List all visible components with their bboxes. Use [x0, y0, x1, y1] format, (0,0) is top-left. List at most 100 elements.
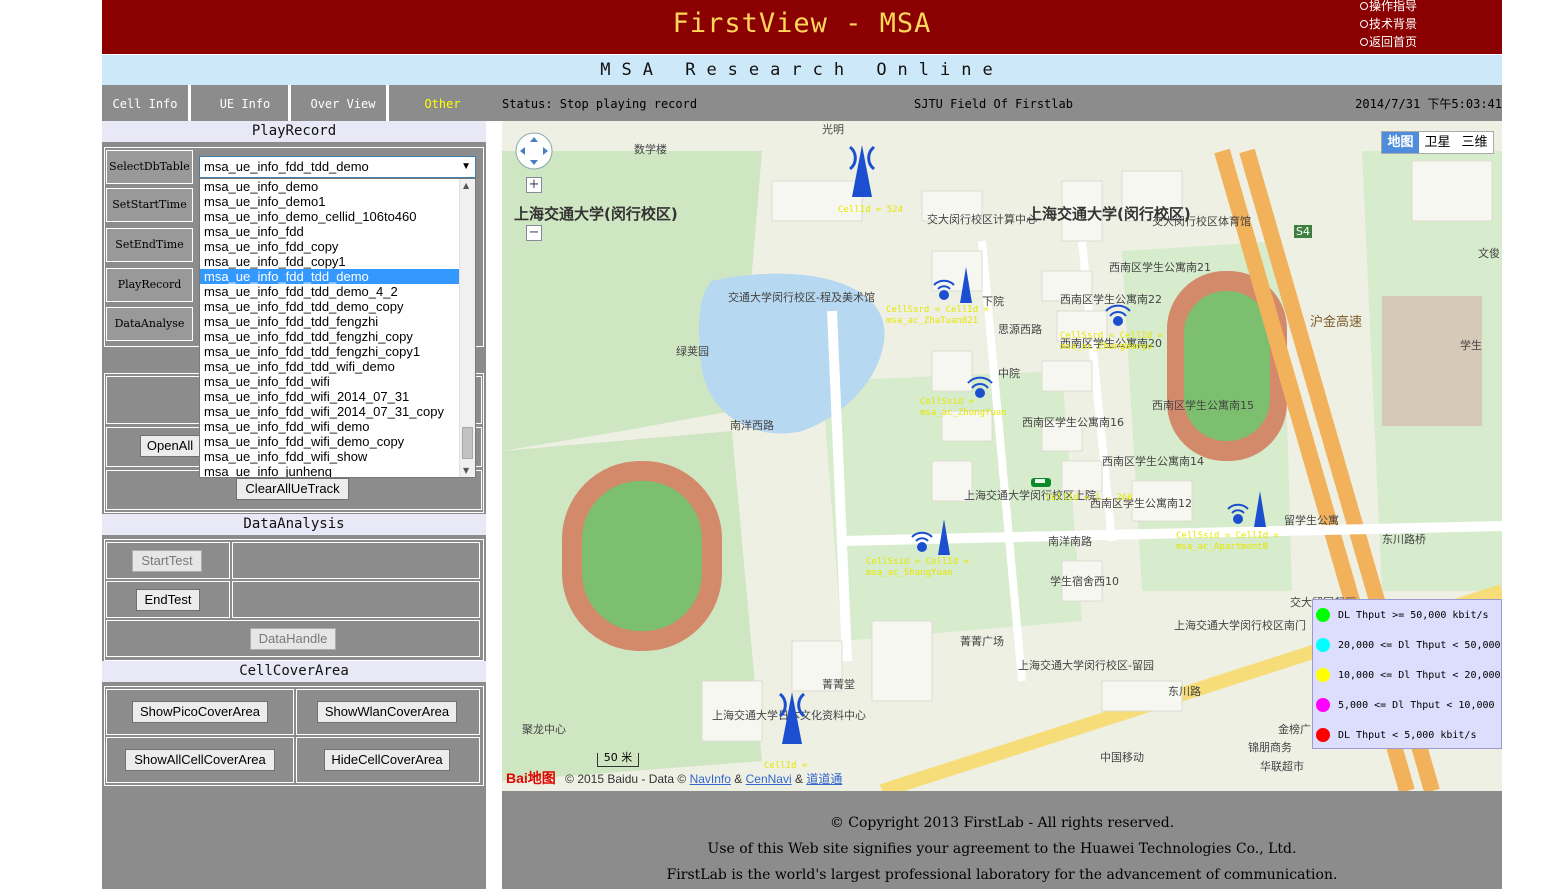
end-test-result: [232, 581, 480, 618]
scroll-down-icon[interactable]: ▼: [463, 466, 469, 475]
db-table-option[interactable]: msa_ue_info_fdd_tdd_demo: [200, 269, 460, 284]
map-place-gymnasium: 交大闵行校区体育馆: [1152, 215, 1251, 228]
db-table-option[interactable]: msa_ue_info_fdd_tdd_fengzhi_copy: [200, 329, 460, 344]
zoom-out-icon[interactable]: −: [526, 225, 542, 241]
db-table-option[interactable]: msa_ue_info_fdd_tdd_demo_4_2: [200, 284, 460, 299]
clear-all-ue-track-button[interactable]: ClearAllUeTrack: [236, 478, 349, 500]
zoom-in-icon[interactable]: +: [526, 177, 542, 193]
db-table-option[interactable]: msa_ue_info_fdd: [200, 224, 460, 239]
dropdown-scrollbar[interactable]: ▲ ▼: [459, 179, 475, 477]
status-area: Status: Stop playing record SJTU Field O…: [502, 85, 1502, 121]
chevron-down-icon: ▼: [461, 161, 471, 172]
link-operation-guide[interactable]: 操作指导: [1360, 0, 1432, 15]
map-place-s4: S4: [1294, 225, 1312, 238]
map-place-math-building: 数学楼: [634, 143, 667, 156]
db-table-select[interactable]: msa_ue_info_fdd_tdd_demo ▼: [199, 156, 476, 178]
radio-dot-icon: [1360, 38, 1368, 46]
map-place-apt-16: 西南区学生公寓南16: [1022, 416, 1124, 429]
wifi-ap-icon[interactable]: [908, 515, 964, 559]
map-place-apt-21: 西南区学生公寓南21: [1109, 261, 1211, 274]
map-place-jinbang: 金榜广: [1278, 723, 1311, 736]
ue-car-icon[interactable]: [1030, 475, 1052, 489]
map-place-dorm-west-10: 学生宿舍西10: [1050, 575, 1119, 588]
scrollbar-thumb[interactable]: [462, 427, 473, 459]
tab-ue-info[interactable]: UE Info: [202, 85, 291, 121]
db-table-option[interactable]: msa_ue_info_fdd_tdd_wifi_demo: [200, 359, 460, 374]
label-play-record: PlayRecord: [106, 268, 193, 302]
tab-over-view[interactable]: Over View: [300, 85, 389, 121]
db-table-option[interactable]: msa_ue_info_fdd_wifi_show: [200, 449, 460, 464]
map-place-liuyuan: 上海交通大学闵行校区-留园: [1018, 659, 1154, 672]
legend-dot: [1316, 608, 1330, 622]
map-place-julong: 聚龙中心: [522, 723, 566, 736]
map-place-jingjing-square: 菁菁广场: [960, 635, 1004, 648]
db-table-option[interactable]: msa_ue_info_fdd_wifi_demo: [200, 419, 460, 434]
db-table-option[interactable]: msa_ue_info_fdd_tdd_demo_copy: [200, 299, 460, 314]
db-table-option[interactable]: msa_ue_info_fdd_wifi_2014_07_31: [200, 389, 460, 404]
db-table-option[interactable]: msa_ue_info_fdd_copy1: [200, 254, 460, 269]
hide-cell-cover-area-button[interactable]: HideCellCoverArea: [324, 749, 450, 771]
footer: © Copyright 2013 FirstLab - All rights r…: [502, 791, 1502, 889]
legend-row: 10,000 <= Dl Thput < 20,000: [1316, 660, 1501, 690]
wifi-ap-icon[interactable]: [930, 263, 986, 307]
label-set-start-time: SetStartTime: [106, 188, 193, 222]
wifi-ap-icon[interactable]: [1224, 487, 1280, 531]
cennavi-link[interactable]: CenNavi: [746, 772, 792, 786]
show-pico-cover-area-button[interactable]: ShowPicoCoverArea: [132, 701, 268, 723]
map-view[interactable]: 上海交通大学(闵行校区) 上海交通大学(闵行校区) 数学楼 交大闵行校区计算中心…: [502, 121, 1502, 791]
db-table-option[interactable]: msa_ue_info_demo_cellid_106to460: [200, 209, 460, 224]
wifi-ap-icon[interactable]: [1100, 291, 1140, 331]
tab-cell-info[interactable]: Cell Info: [102, 85, 191, 121]
db-table-option[interactable]: msa_ue_info_fdd_wifi: [200, 374, 460, 389]
db-table-option[interactable]: msa_ue_info_fdd_wifi_demo_copy: [200, 434, 460, 449]
db-table-option[interactable]: msa_ue_info_fdd_copy: [200, 239, 460, 254]
subtitle: MSA Research Online: [600, 60, 1004, 80]
map-copyright: Bai地图 © 2015 Baidu - Data © NavInfo & Ce…: [506, 770, 843, 786]
data-handle-button[interactable]: DataHandle: [250, 628, 336, 650]
map-place-nanyang-south-road: 南洋南路: [1048, 535, 1092, 548]
app-root: FirstView - MSA 操作指导 技术背景 返回首页 MSA Resea…: [102, 0, 1502, 889]
link-home[interactable]: 返回首页: [1360, 33, 1432, 51]
map-place-apt-15: 西南区学生公寓南15: [1152, 399, 1254, 412]
map-place-hujin-expressway: 沪金高速: [1310, 315, 1363, 330]
cell-label: CellSsid = CellId = msa_ac_ShangYuan: [866, 557, 969, 578]
db-table-dropdown[interactable]: msa_ue_info_demo msa_ue_info_demo1 msa_ue_…: [199, 178, 476, 478]
map-place-apt-14: 西南区学生公寓南14: [1102, 455, 1204, 468]
daodaotong-link[interactable]: 道道通: [806, 772, 842, 786]
map-place-dongchuan-road: 东川路: [1168, 685, 1201, 698]
map-type-3d[interactable]: 三维: [1456, 132, 1493, 153]
map-type-satellite[interactable]: 卫星: [1419, 132, 1456, 153]
pan-control-icon[interactable]: [514, 131, 554, 171]
link-tech-background[interactable]: 技术背景: [1360, 15, 1432, 33]
db-table-select-value: msa_ue_info_fdd_tdd_demo: [204, 159, 369, 174]
db-table-option[interactable]: msa_ue_info_demo: [200, 179, 460, 194]
cell-tower-icon[interactable]: [842, 139, 882, 199]
open-all-ue-track-button[interactable]: OpenAll: [140, 435, 200, 457]
db-table-option[interactable]: msa_ue_info_fdd_wifi_2014_07_31_copy: [200, 404, 460, 419]
end-test-button[interactable]: EndTest: [136, 589, 200, 611]
map-place-sjtu-west: 上海交通大学(闵行校区): [514, 205, 678, 223]
db-table-option[interactable]: msa_ue_info_fdd_tdd_fengzhi: [200, 314, 460, 329]
start-test-button[interactable]: StartTest: [132, 550, 202, 572]
scroll-up-icon[interactable]: ▲: [463, 181, 469, 190]
header: FirstView - MSA 操作指导 技术背景 返回首页: [102, 0, 1502, 54]
cell-label: CellSsrd = CellId = msa_ac_ZhaTuan821: [886, 305, 989, 326]
db-table-option[interactable]: msa_ue_info_fdd_tdd_fengzhi_copy1: [200, 344, 460, 359]
cell-tower-icon[interactable]: [772, 686, 812, 746]
navbar: Cell Info UE Info Over View Other Status…: [102, 85, 1502, 121]
show-wlan-cover-area-button[interactable]: ShowWlanCoverArea: [317, 701, 457, 723]
map-type-switch: 地图 卫星 三维: [1381, 131, 1494, 154]
db-table-option[interactable]: msa_ue_info_junheng: [200, 464, 460, 477]
map-type-normal[interactable]: 地图: [1382, 132, 1419, 153]
map-place-dongchuan-bridge: 东川路桥: [1382, 533, 1426, 546]
db-table-option[interactable]: msa_ue_info_demo1: [200, 194, 460, 209]
show-all-cell-cover-area-button[interactable]: ShowAllCellCoverArea: [125, 749, 275, 771]
tab-other[interactable]: Other: [398, 85, 487, 121]
map-place-garden: 绿荚园: [676, 345, 709, 358]
field-text: SJTU Field Of Firstlab: [914, 97, 1073, 111]
navinfo-link[interactable]: NavInfo: [690, 772, 731, 786]
map-place-jingjing-hall: 菁菁堂: [822, 678, 855, 691]
cell-label: CellId = 524: [838, 205, 904, 215]
cell-label: CellSsrd = CellId = msa_ac_ZhangWanyu: [1060, 331, 1163, 352]
playrecord-title: PlayRecord: [102, 121, 486, 142]
